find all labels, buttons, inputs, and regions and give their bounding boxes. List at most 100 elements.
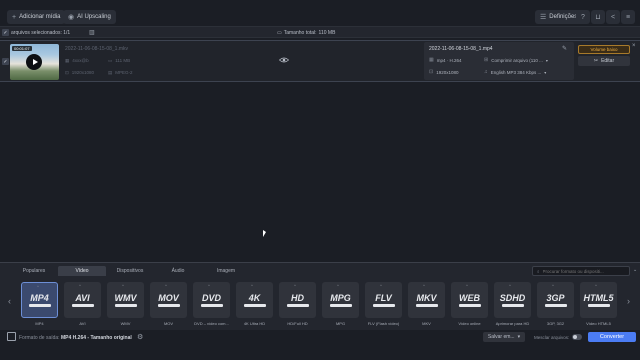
source-resolution-value: 1920x1080 <box>71 70 95 75</box>
format-item[interactable]: ^ 3GP 3GP, 3G2 <box>537 282 574 326</box>
ai-upscaling-button[interactable]: ◉ AI Upscaling <box>63 10 116 24</box>
sliders-icon: ☰ <box>540 14 547 21</box>
format-tile[interactable]: ^ AVI <box>64 282 101 318</box>
format-item[interactable]: ^ MP4 MP4 <box>21 282 58 326</box>
format-logo-underline <box>329 304 352 307</box>
format-tile[interactable]: ^ MKV <box>408 282 445 318</box>
gear-icon[interactable]: ⚙ <box>137 333 143 341</box>
source-codec: ▤ MPEG-2 <box>108 70 133 76</box>
format-item[interactable]: ^ AVI AVI <box>64 282 101 326</box>
chevron-up-icon: ^ <box>380 283 382 288</box>
format-logo-icon: WMV <box>114 293 137 303</box>
format-label: MOV <box>163 321 174 326</box>
format-tabs: Populares Vídeo Dispositivos Áudio Image… <box>10 266 250 276</box>
format-search-input[interactable] <box>542 268 623 274</box>
add-media-label: Adicionar mídia <box>19 14 61 20</box>
format-tile[interactable]: ^ FLV <box>365 282 402 318</box>
top-toolbar: + Adicionar mídia ◉ AI Upscaling ☰ Defin… <box>0 0 640 26</box>
selection-bar: ✓ arquivos selecionados: 1/1 ▥ ▭ Tamanho… <box>0 26 640 38</box>
mouse-cursor <box>263 230 266 237</box>
play-icon[interactable] <box>26 54 42 70</box>
format-tile[interactable]: ^ MP4 <box>21 282 58 318</box>
format-tile[interactable]: ^ 4K <box>236 282 273 318</box>
format-logo-icon: 3GP <box>546 293 565 303</box>
trash-icon[interactable]: ▥ <box>89 29 95 36</box>
format-item[interactable]: ^ FLV FLV (Flash vídeo) <box>365 282 402 326</box>
format-logo-underline <box>200 304 223 307</box>
tab-devices[interactable]: Dispositivos <box>106 266 154 276</box>
edit-icon: ✂ <box>593 58 599 64</box>
audio-icon: ♫ <box>484 69 488 75</box>
tab-popular[interactable]: Populares <box>10 266 58 276</box>
format-item[interactable]: ^ WMV WMV <box>107 282 144 326</box>
eye-icon[interactable] <box>279 57 289 63</box>
format-tile[interactable]: ^ WMV <box>107 282 144 318</box>
format-logo-underline <box>501 304 524 307</box>
selected-count: 1/1 <box>63 30 71 36</box>
format-tile[interactable]: ^ MPG <box>322 282 359 318</box>
format-item[interactable]: ^ MKV MKV <box>408 282 445 326</box>
chevron-down-icon: ▾ <box>544 69 547 75</box>
format-item[interactable]: ^ MPG MPG <box>322 282 359 326</box>
select-all-checkbox[interactable]: ✓ <box>2 29 9 36</box>
video-thumbnail[interactable]: 00:01:07 <box>10 44 59 80</box>
format-item[interactable]: ^ WEB Vídeo online <box>451 282 488 326</box>
format-item[interactable]: ^ SDHD Aprimorar para HD <box>494 282 531 326</box>
add-media-button[interactable]: + Adicionar mídia <box>7 10 66 24</box>
output-codec: ▦ mp4 · H.264 <box>429 57 462 63</box>
format-item[interactable]: ^ HTML5 Vídeo HTML5 <box>580 282 617 326</box>
edit-label: Editar <box>601 58 615 64</box>
format-label: 3GP, 3G2 <box>546 321 565 326</box>
format-item[interactable]: ^ HD HD/Full HD <box>279 282 316 326</box>
low-volume-button[interactable]: Volume baixo <box>578 45 630 54</box>
format-label: MP4 <box>35 321 44 326</box>
format-item[interactable]: ^ MOV MOV <box>150 282 187 326</box>
chevron-up-icon: ^ <box>595 283 597 288</box>
scroll-left-icon[interactable]: ‹ <box>8 296 11 306</box>
help-button[interactable]: ? <box>576 10 590 24</box>
edit-button[interactable]: ✂ Editar <box>578 56 630 66</box>
convert-button[interactable]: Converter <box>588 332 636 342</box>
format-tile[interactable]: ^ HTML5 <box>580 282 617 318</box>
format-item[interactable]: ^ DVD DVD – vídeo com... <box>193 282 230 326</box>
format-tile[interactable]: ^ MOV <box>150 282 187 318</box>
format-logo-icon: DVD <box>201 293 221 303</box>
file-checkbox[interactable]: ✓ <box>2 58 9 65</box>
tab-audio[interactable]: Áudio <box>154 266 202 276</box>
search-icon: ⌕ <box>537 268 540 274</box>
menu-button[interactable]: ≡ <box>621 10 635 24</box>
format-tile[interactable]: ^ 3GP <box>537 282 574 318</box>
merge-files-label: Mesclar arquivos: <box>534 335 570 340</box>
format-tile[interactable]: ^ HD <box>279 282 316 318</box>
collapse-panel-icon[interactable]: ⌄ <box>633 267 637 273</box>
output-format-value[interactable]: MP4 H.264 - Tamanho original <box>61 335 132 341</box>
audio-track-dropdown[interactable]: ♫ English MP3 384 Kbps ... ▾ <box>484 69 546 75</box>
scroll-right-icon[interactable]: › <box>627 296 630 306</box>
cart-button[interactable]: ⊔ <box>591 10 605 24</box>
format-tile[interactable]: ^ SDHD <box>494 282 531 318</box>
tab-video[interactable]: Vídeo <box>58 266 106 276</box>
compress-dropdown[interactable]: ⊞ Comprimir arquivo (110 ... ▾ <box>484 57 548 63</box>
format-label: MPG <box>335 321 346 326</box>
merge-files-toggle[interactable] <box>572 334 582 340</box>
tab-image[interactable]: Imagem <box>202 266 250 276</box>
share-icon: < <box>610 13 616 21</box>
film-icon: ▦ <box>65 58 70 63</box>
chevron-up-icon: ^ <box>79 283 81 288</box>
chevron-up-icon: ^ <box>294 283 296 288</box>
format-tile[interactable]: ^ DVD <box>193 282 230 318</box>
file-list-area[interactable] <box>0 83 640 262</box>
close-icon[interactable]: × <box>632 43 636 49</box>
menu-icon: ≡ <box>625 13 631 21</box>
total-size: ▭ Tamanho total: 110 MB <box>277 30 335 36</box>
format-tile[interactable]: ^ WEB <box>451 282 488 318</box>
format-search[interactable]: ⌕ <box>532 266 630 276</box>
format-logo-underline <box>458 304 481 307</box>
format-label: Aprimorar para HD <box>495 321 530 326</box>
resolution-icon: ⊡ <box>429 69 434 75</box>
compress-icon: ⊞ <box>484 57 489 63</box>
share-button[interactable]: < <box>606 10 620 24</box>
save-to-button[interactable]: Salvar em... ▾ <box>483 332 525 342</box>
pencil-icon[interactable]: ✎ <box>562 45 567 52</box>
format-item[interactable]: ^ 4K 4K Ultra HD <box>236 282 273 326</box>
